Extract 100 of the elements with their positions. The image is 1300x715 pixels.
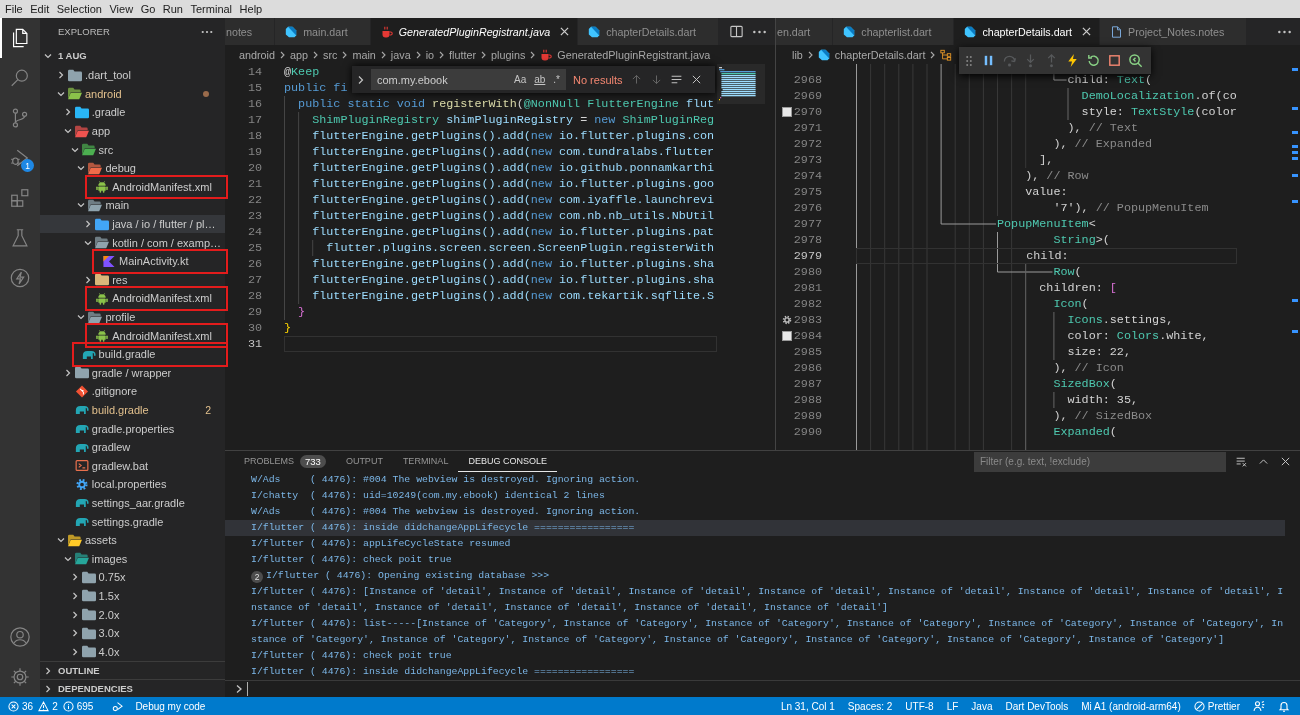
menu-item[interactable]: Selection bbox=[56, 3, 102, 15]
tree-item[interactable]: java / io / flutter / pl… bbox=[40, 214, 225, 234]
close-icon[interactable] bbox=[560, 27, 570, 36]
hierarchy-icon[interactable] bbox=[940, 48, 953, 61]
section-header[interactable]: 1 AUG bbox=[40, 45, 225, 66]
tree-item[interactable]: src bbox=[40, 140, 225, 159]
status-item[interactable]: Prettier bbox=[1193, 700, 1240, 712]
split-editor-icon[interactable] bbox=[729, 24, 744, 39]
breadcrumb[interactable]: io bbox=[425, 48, 435, 61]
breadcrumb[interactable]: app bbox=[290, 48, 309, 61]
tree-item[interactable]: 1.5x bbox=[40, 586, 225, 606]
lines-icon[interactable] bbox=[669, 73, 683, 86]
breadcrumb[interactable]: lib bbox=[792, 48, 803, 61]
breadcrumb[interactable]: plugins bbox=[491, 48, 526, 61]
breadcrumb[interactable]: android bbox=[239, 48, 276, 61]
tree-item[interactable]: .gradle bbox=[40, 103, 225, 122]
status-item[interactable]: Java bbox=[971, 700, 993, 712]
tree-item[interactable]: 3.0x bbox=[40, 623, 225, 643]
status-item[interactable]: Dart DevTools bbox=[1005, 700, 1069, 712]
tree-item[interactable]: 2.0x bbox=[40, 605, 225, 624]
more-icon[interactable] bbox=[1277, 29, 1292, 34]
editor-tab[interactable]: chapterDetails.dart bbox=[954, 18, 1101, 45]
tree-item[interactable]: .dart_tool bbox=[40, 66, 225, 85]
editor-tab[interactable]: Project_Notes.notes bbox=[1100, 18, 1248, 45]
editor-tab[interactable]: chapterDetails.dart bbox=[578, 18, 719, 45]
clear-list-icon[interactable] bbox=[1235, 455, 1248, 468]
section-header[interactable]: OUTLINE bbox=[40, 661, 225, 679]
stop-icon[interactable] bbox=[1107, 53, 1122, 68]
tree-item[interactable]: debug bbox=[40, 158, 225, 178]
status-item[interactable]: Mi A1 (android-arm64) bbox=[1081, 700, 1181, 712]
tree-item[interactable]: MainActivity.kt bbox=[40, 251, 225, 271]
feedback-icon[interactable] bbox=[1253, 700, 1265, 712]
breadcrumb[interactable]: java bbox=[390, 48, 411, 61]
menu-item[interactable]: View bbox=[109, 3, 134, 15]
restart-icon[interactable] bbox=[1086, 53, 1101, 68]
search-field[interactable]: com.my.ebook Aa ab .* bbox=[371, 69, 566, 90]
option-toggle[interactable]: Aa bbox=[510, 71, 530, 88]
editor-tab[interactable]: main.dart bbox=[275, 18, 371, 45]
editor-tab[interactable]: notes bbox=[225, 18, 276, 45]
tree-item[interactable]: 0.75x bbox=[40, 568, 225, 587]
tree-item[interactable]: main bbox=[40, 196, 225, 215]
breadcrumb[interactable]: src bbox=[323, 48, 338, 61]
menu-item[interactable]: Run bbox=[162, 3, 183, 15]
menu-item[interactable]: Edit bbox=[30, 3, 50, 15]
magnifier-icon[interactable] bbox=[1128, 53, 1143, 68]
tree-item[interactable]: build.gradle 2 bbox=[40, 400, 225, 420]
editor-tab[interactable]: GeneratedPluginRegistrant.java bbox=[370, 18, 579, 45]
close-icon[interactable] bbox=[1082, 27, 1092, 36]
info-count[interactable]: 695 bbox=[62, 700, 94, 712]
tree-item[interactable]: settings_aar.gradle bbox=[40, 493, 225, 513]
tree-item[interactable]: settings.gradle bbox=[40, 512, 225, 531]
tree-item[interactable]: AndroidManifest.xml bbox=[40, 326, 225, 345]
filter-field[interactable]: Filter (e.g. text, !exclude) bbox=[974, 451, 1226, 472]
tree-item[interactable]: AndroidManifest.xml bbox=[40, 177, 225, 197]
panel-tab[interactable]: OUTPUT bbox=[335, 451, 393, 472]
tree-item[interactable]: images bbox=[40, 549, 225, 569]
tree-item[interactable]: gradle.properties bbox=[40, 419, 225, 438]
breadcrumb[interactable]: GeneratedPluginRegistrant.java bbox=[540, 48, 711, 61]
tree-item[interactable]: gradlew.bat bbox=[40, 456, 225, 476]
more-icon[interactable] bbox=[752, 29, 767, 34]
tree-item[interactable]: kotlin / com / examp… bbox=[40, 233, 225, 252]
tree-item[interactable]: AndroidManifest.xml bbox=[40, 289, 225, 308]
tree-item[interactable]: 4.0x bbox=[40, 642, 225, 661]
chevron-icon[interactable] bbox=[356, 74, 366, 85]
panel-tab[interactable]: DEBUG CONSOLE bbox=[458, 451, 557, 472]
tree-item[interactable]: app bbox=[40, 121, 225, 141]
editor-tab[interactable]: en.dart bbox=[776, 18, 834, 45]
menu-item[interactable]: File bbox=[5, 3, 23, 15]
tree-item[interactable]: gradle / wrapper bbox=[40, 363, 225, 383]
grip-icon[interactable] bbox=[966, 54, 972, 67]
editor-tab[interactable]: chapterlist.dart bbox=[833, 18, 955, 45]
close-icon[interactable] bbox=[1279, 455, 1292, 468]
option-toggle[interactable]: ab bbox=[531, 71, 549, 88]
status-item[interactable]: UTF-8 bbox=[905, 700, 934, 712]
tree-item[interactable]: res bbox=[40, 270, 225, 290]
status-item[interactable]: Spaces: 2 bbox=[847, 700, 893, 712]
option-toggle[interactable]: .* bbox=[550, 71, 563, 88]
menu-item[interactable]: Help bbox=[239, 3, 263, 15]
tree-item[interactable]: .gitignore bbox=[40, 382, 225, 401]
error-count[interactable]: 36 bbox=[8, 700, 34, 712]
tree-item[interactable]: assets bbox=[40, 530, 225, 550]
breadcrumb[interactable]: flutter bbox=[449, 48, 477, 61]
more-icon[interactable] bbox=[201, 29, 213, 34]
tree-item[interactable]: build.gradle bbox=[40, 344, 225, 364]
tree-item[interactable]: local.properties bbox=[40, 475, 225, 494]
warning-count[interactable]: 2 bbox=[38, 700, 58, 712]
activity-button[interactable]: 1 bbox=[0, 138, 40, 178]
status-item[interactable]: Ln 31, Col 1 bbox=[780, 700, 835, 712]
tree-item[interactable]: gradlew bbox=[40, 437, 225, 457]
breadcrumb[interactable]: chapterDetails.dart bbox=[817, 48, 926, 61]
breadcrumb[interactable]: main bbox=[352, 48, 376, 61]
menu-item[interactable]: Terminal bbox=[190, 3, 233, 15]
tree-item[interactable]: android bbox=[40, 84, 225, 104]
bell-icon[interactable] bbox=[1278, 700, 1290, 712]
panel-tab[interactable]: PROBLEMS 733 bbox=[234, 451, 336, 472]
panel-tab[interactable]: TERMINAL bbox=[392, 451, 459, 472]
menu-item[interactable]: Go bbox=[140, 3, 156, 15]
status-item[interactable]: LF bbox=[946, 700, 959, 712]
launch-config[interactable]: Debug my code bbox=[112, 700, 206, 712]
tree-item[interactable]: profile bbox=[40, 307, 225, 327]
